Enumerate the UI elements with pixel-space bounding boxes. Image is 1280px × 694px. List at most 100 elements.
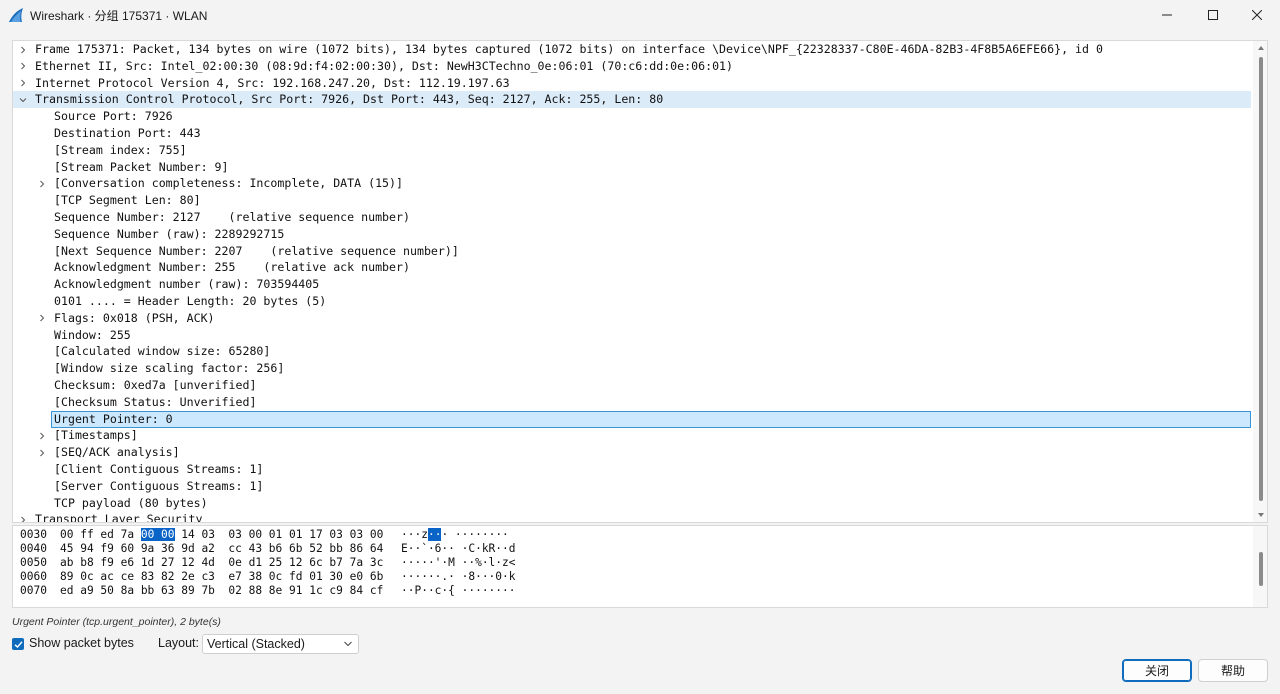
- tree-row[interactable]: Source Port: 7926: [13, 108, 1251, 125]
- chevron-right-icon[interactable]: [18, 511, 28, 522]
- tree-row[interactable]: [Timestamps]: [13, 427, 1251, 444]
- close-icon: [1252, 10, 1262, 20]
- tree-row[interactable]: TCP payload (80 bytes): [13, 495, 1251, 512]
- close-button[interactable]: 关闭: [1122, 659, 1192, 682]
- hex-ascii-text: E··`·6·· ·C·kR··d: [401, 542, 516, 555]
- tree-row[interactable]: Destination Port: 443: [13, 125, 1251, 142]
- hex-bytes[interactable]: ab b8 f9 e6 1d 27 12 4d 0e d1 25 12 6c b…: [60, 556, 383, 570]
- tree-row[interactable]: [Stream Packet Number: 9]: [13, 159, 1251, 176]
- tree-row-label: [SEQ/ACK analysis]: [54, 445, 180, 460]
- tree-row[interactable]: [Client Contiguous Streams: 1]: [13, 461, 1251, 478]
- tree-row[interactable]: Flags: 0x018 (PSH, ACK): [13, 310, 1251, 327]
- tree-scrollbar-thumb[interactable]: [1259, 57, 1263, 501]
- tree-row[interactable]: Internet Protocol Version 4, Src: 192.16…: [13, 75, 1251, 92]
- hex-bytes[interactable]: 89 0c ac ce 83 82 2e c3 e7 38 0c fd 01 3…: [60, 570, 383, 584]
- hex-ascii[interactable]: ··P··c·{ ········: [401, 584, 516, 598]
- tree-row[interactable]: [Conversation completeness: Incomplete, …: [13, 175, 1251, 192]
- scroll-up-arrow-icon[interactable]: [1258, 46, 1264, 50]
- tree-row[interactable]: [Server Contiguous Streams: 1]: [13, 478, 1251, 495]
- tree-row-label: TCP payload (80 bytes): [54, 495, 208, 510]
- tree-row-label: [Checksum Status: Unverified]: [54, 394, 257, 409]
- tree-row[interactable]: Acknowledgment number (raw): 703594405: [13, 276, 1251, 293]
- hex-ascii[interactable]: ······.· ·8···0·k: [401, 570, 516, 584]
- chevron-down-icon[interactable]: [18, 91, 28, 108]
- tree-row[interactable]: Checksum: 0xed7a [unverified]: [13, 377, 1251, 394]
- tree-row-label: [Next Sequence Number: 2207 (relative se…: [54, 243, 459, 258]
- hex-bytes-text: ab b8 f9 e6 1d 27 12 4d 0e d1 25 12 6c b…: [60, 556, 384, 569]
- tree-row[interactable]: [Calculated window size: 65280]: [13, 343, 1251, 360]
- tree-row[interactable]: [Checksum Status: Unverified]: [13, 394, 1251, 411]
- hex-bytes-text: 45 94 f9 60 9a 36 9d a2 cc 43 b6 6b 52 b…: [60, 542, 384, 555]
- maximize-icon: [1208, 10, 1218, 20]
- tree-row[interactable]: Acknowledgment Number: 255 (relative ack…: [13, 259, 1251, 276]
- hex-row[interactable]: 0040 45 94 f9 60 9a 36 9d a2 cc 43 b6 6b …: [13, 542, 613, 556]
- tree-row[interactable]: 0101 .... = Header Length: 20 bytes (5): [13, 293, 1251, 310]
- tree-row-label: Urgent Pointer: 0: [54, 411, 173, 426]
- tree-row[interactable]: Frame 175371: Packet, 134 bytes on wire …: [13, 41, 1251, 58]
- tree-row[interactable]: Urgent Pointer: 0: [51, 410, 1251, 428]
- layout-select[interactable]: Vertical (Stacked): [202, 634, 359, 654]
- hex-scrollbar-thumb[interactable]: [1259, 552, 1263, 586]
- show-packet-bytes-label[interactable]: Show packet bytes: [29, 636, 134, 650]
- tree-row[interactable]: Ethernet II, Src: Intel_02:00:30 (08:9d:…: [13, 58, 1251, 75]
- chevron-right-icon[interactable]: [37, 310, 47, 327]
- hex-bytes[interactable]: 45 94 f9 60 9a 36 9d a2 cc 43 b6 6b 52 b…: [60, 542, 383, 556]
- minimize-icon: [1162, 14, 1172, 16]
- tree-row-label: Internet Protocol Version 4, Src: 192.16…: [35, 75, 510, 90]
- hex-row[interactable]: 0060 89 0c ac ce 83 82 2e c3 e7 38 0c fd …: [13, 570, 613, 584]
- hex-ascii[interactable]: ·····'·M ··%·l·z<: [401, 556, 516, 570]
- tree-row[interactable]: [Stream index: 755]: [13, 142, 1251, 159]
- chevron-right-icon[interactable]: [18, 58, 28, 75]
- tree-row-label: [Window size scaling factor: 256]: [54, 361, 285, 376]
- tree-row-label: Sequence Number: 2127 (relative sequence…: [54, 210, 410, 224]
- tree-row[interactable]: Transport Layer Security: [13, 511, 1251, 522]
- hex-ascii[interactable]: ···z··· ········: [401, 528, 509, 542]
- tree-row[interactable]: [Next Sequence Number: 2207 (relative se…: [13, 243, 1251, 260]
- tree-row-label: Ethernet II, Src: Intel_02:00:30 (08:9d:…: [35, 58, 734, 73]
- hex-row[interactable]: 0050 ab b8 f9 e6 1d 27 12 4d 0e d1 25 12 …: [13, 556, 613, 570]
- show-packet-bytes-checkbox[interactable]: [12, 638, 24, 650]
- title-bar: Wireshark · 分组 175371 · WLAN: [0, 0, 1280, 30]
- packet-details-tree[interactable]: Frame 175371: Packet, 134 bytes on wire …: [12, 40, 1268, 523]
- chevron-right-icon[interactable]: [18, 75, 28, 92]
- tree-row[interactable]: Sequence Number: 2127 (relative sequence…: [13, 209, 1251, 226]
- tree-row[interactable]: Transmission Control Protocol, Src Port:…: [13, 91, 1251, 109]
- wireshark-fin-icon: [9, 8, 23, 22]
- hex-scrollbar[interactable]: [1253, 526, 1267, 607]
- chevron-down-icon: [344, 641, 352, 647]
- tree-row[interactable]: Window: 255: [13, 327, 1251, 344]
- chevron-right-icon[interactable]: [37, 427, 47, 444]
- hex-ascii-text: ··P··c·{ ········: [401, 584, 516, 597]
- maximize-button[interactable]: [1190, 0, 1236, 30]
- scroll-down-arrow-icon[interactable]: [1258, 513, 1264, 517]
- chevron-right-icon[interactable]: [37, 444, 47, 461]
- layout-select-value: Vertical (Stacked): [207, 637, 305, 651]
- tree-row-label: Destination Port: 443: [54, 126, 201, 140]
- tree-row-label: Acknowledgment number (raw): 703594405: [54, 277, 320, 292]
- hex-ascii[interactable]: E··`·6·· ·C·kR··d: [401, 542, 516, 556]
- hex-bytes[interactable]: ed a9 50 8a bb 63 89 7b 02 88 8e 91 1c c…: [60, 584, 383, 598]
- hex-bytes-text: 00 ff ed 7a: [60, 528, 141, 541]
- hex-ascii-text: ·····'·M ··%·l·z<: [401, 556, 516, 569]
- close-window-button[interactable]: [1234, 0, 1280, 30]
- tree-row-label: Acknowledgment Number: 255 (relative ack…: [54, 260, 410, 275]
- hex-row[interactable]: 0030 00 ff ed 7a 00 00 14 03 03 00 01 01 …: [13, 528, 613, 542]
- help-button[interactable]: 帮助: [1198, 659, 1268, 682]
- window-title: Wireshark · 分组 175371 · WLAN: [30, 9, 208, 23]
- help-button-label: 帮助: [1220, 664, 1245, 678]
- tree-row[interactable]: [Window size scaling factor: 256]: [13, 360, 1251, 377]
- hex-bytes-text: 89 0c ac ce 83 82 2e c3 e7 38 0c fd 01 3…: [60, 570, 384, 583]
- tree-row[interactable]: Sequence Number (raw): 2289292715: [13, 226, 1251, 243]
- tree-row-label: [Stream Packet Number: 9]: [54, 159, 229, 174]
- tree-scrollbar[interactable]: [1253, 41, 1267, 522]
- tree-row[interactable]: [SEQ/ACK analysis]: [13, 444, 1251, 461]
- hex-bytes[interactable]: 00 ff ed 7a 00 00 14 03 03 00 01 01 17 0…: [60, 528, 383, 542]
- tree-row[interactable]: [TCP Segment Len: 80]: [13, 192, 1251, 209]
- minimize-button[interactable]: [1144, 0, 1190, 30]
- tree-row-label: Sequence Number (raw): 2289292715: [54, 226, 285, 241]
- chevron-right-icon[interactable]: [18, 41, 28, 58]
- hex-row[interactable]: 0070 ed a9 50 8a bb 63 89 7b 02 88 8e 91 …: [13, 584, 613, 598]
- packet-bytes-pane[interactable]: 0030 00 ff ed 7a 00 00 14 03 03 00 01 01 …: [12, 525, 1268, 608]
- chevron-right-icon[interactable]: [37, 175, 47, 192]
- tree-row-label: [Calculated window size: 65280]: [54, 344, 271, 359]
